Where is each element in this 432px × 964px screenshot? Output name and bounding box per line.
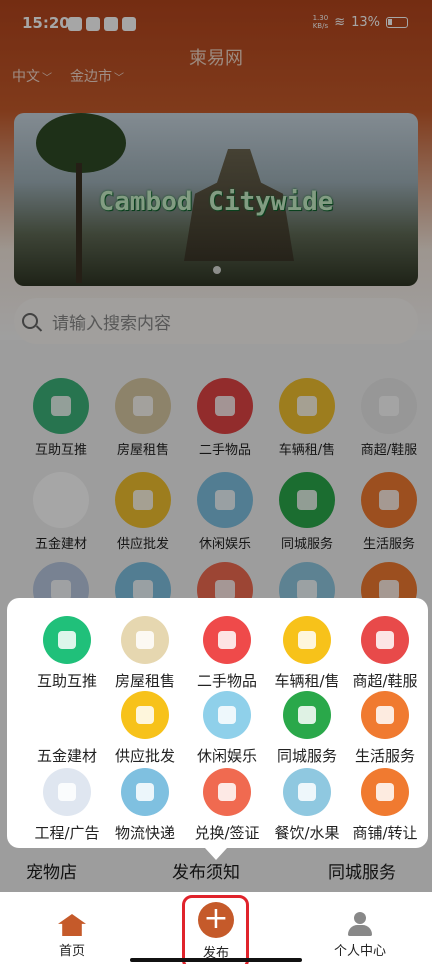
publish-category-10[interactable]: 生活服务	[343, 691, 427, 766]
recycle-icon	[203, 616, 251, 664]
publish-category-12[interactable]: 物流快递	[103, 768, 187, 843]
publish-category-6[interactable]: 五金建材	[25, 691, 109, 766]
tab-profile-label: 个人中心	[333, 944, 386, 959]
publish-popup: 互助互推 房屋租售 二手物品 车辆租/售 商超/鞋服五金建材 供应批发 休闲娱乐 同城服务 生活…	[7, 598, 428, 848]
publish-category-5[interactable]: 商超/鞋服	[343, 616, 427, 691]
publish-category-label: 工程/广告	[34, 824, 100, 842]
publish-category-label: 生活服务	[354, 747, 415, 765]
publish-category-14[interactable]: 餐饮/水果	[265, 768, 349, 843]
publish-category-label: 休闲娱乐	[196, 747, 257, 765]
publish-category-label: 五金建材	[36, 747, 97, 765]
beach-icon	[203, 691, 251, 739]
publish-category-label: 兑换/签证	[194, 824, 260, 842]
laptop-icon	[121, 691, 169, 739]
car-icon	[283, 616, 331, 664]
publish-category-1[interactable]: 互助互推	[25, 616, 109, 691]
publish-category-7[interactable]: 供应批发	[103, 691, 187, 766]
publish-category-8[interactable]: 休闲娱乐	[185, 691, 269, 766]
publish-category-label: 二手物品	[196, 672, 257, 690]
tab-home-label: 首页	[58, 944, 85, 959]
r-logo-icon	[361, 768, 409, 816]
publish-category-13[interactable]: 兑换/签证	[185, 768, 269, 843]
home-indicator	[130, 958, 302, 962]
truck-icon	[121, 768, 169, 816]
id-card-icon	[203, 768, 251, 816]
publish-category-label: 同城服务	[276, 747, 337, 765]
publish-category-4[interactable]: 车辆租/售	[265, 616, 349, 691]
person-icon	[348, 912, 372, 936]
pet-shop-link[interactable]: 宠物店	[26, 858, 77, 883]
publish-category-label: 供应批发	[114, 747, 175, 765]
building-icon	[121, 616, 169, 664]
city-service-link[interactable]: 同城服务	[328, 858, 396, 883]
person-icon	[43, 616, 91, 664]
publish-category-label: 房屋租售	[114, 672, 175, 690]
publish-category-9[interactable]: 同城服务	[265, 691, 349, 766]
tab-profile[interactable]: 个人中心	[310, 892, 410, 959]
heart-hand-icon	[361, 691, 409, 739]
publish-category-11[interactable]: 工程/广告	[25, 768, 109, 843]
publish-category-3[interactable]: 二手物品	[185, 616, 269, 691]
publish-notice-link[interactable]: 发布须知	[172, 858, 240, 883]
publish-category-2[interactable]: 房屋租售	[103, 616, 187, 691]
home-icon	[58, 914, 86, 936]
city-service-icon	[283, 691, 331, 739]
tab-home[interactable]: 首页	[22, 892, 122, 959]
publish-highlight-box	[182, 895, 249, 964]
cart-icon	[361, 616, 409, 664]
popup-footer-strip: 宠物店 发布须知 同城服务	[0, 848, 432, 892]
publish-category-label: 互助互推	[36, 672, 97, 690]
publish-category-label: 商铺/转让	[352, 824, 418, 842]
pipes-icon	[43, 691, 91, 739]
cutlery-icon	[283, 768, 331, 816]
publish-category-label: 商超/鞋服	[352, 672, 418, 690]
publish-category-15[interactable]: 商铺/转让	[343, 768, 427, 843]
publish-category-label: 车辆租/售	[274, 672, 340, 690]
publish-category-label: 餐饮/水果	[274, 824, 340, 842]
map-icon	[43, 768, 91, 816]
publish-category-label: 物流快递	[114, 824, 175, 842]
